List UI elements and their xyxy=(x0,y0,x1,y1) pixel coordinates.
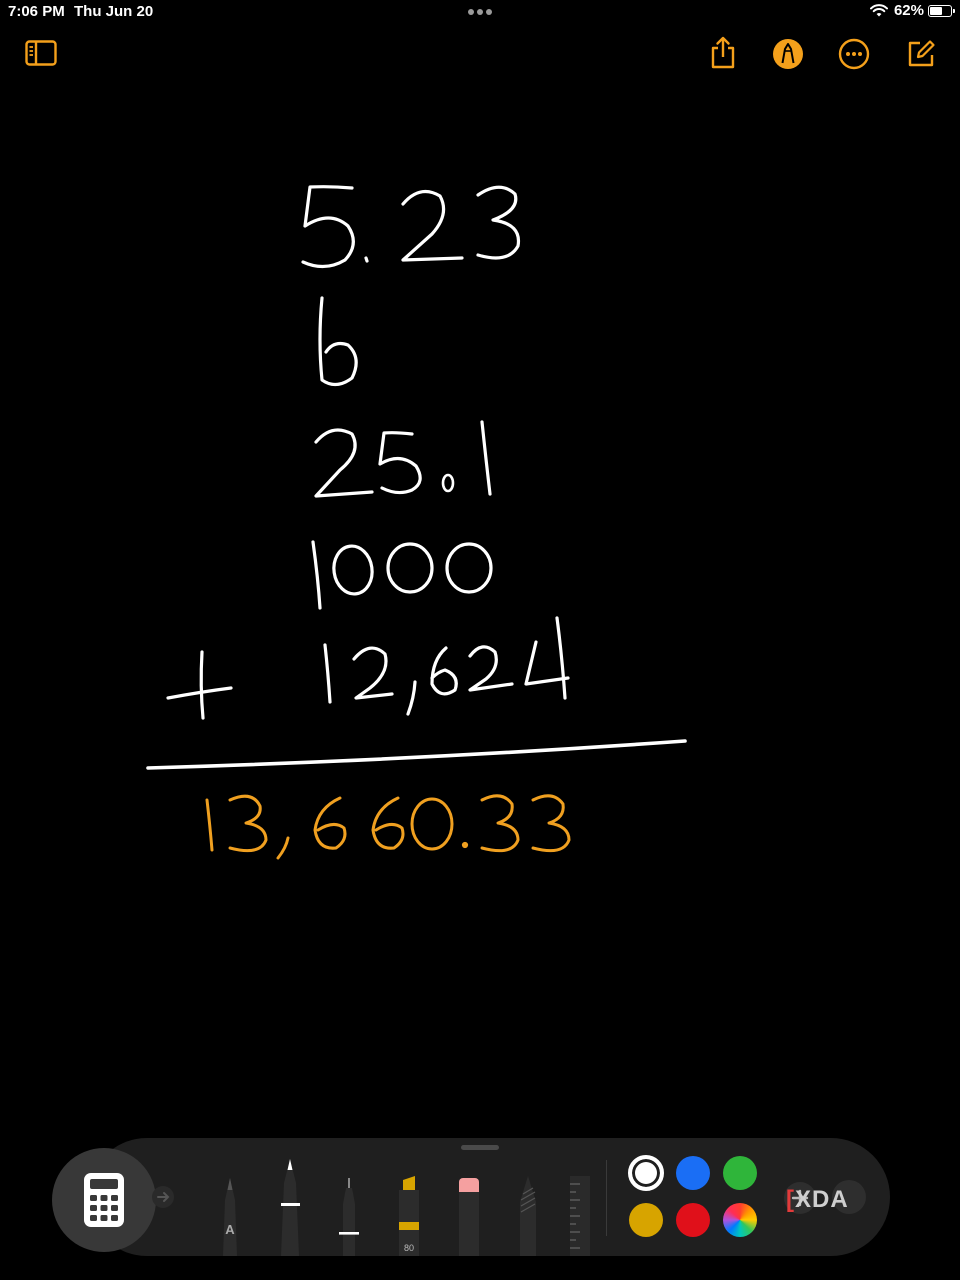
color-blue[interactable] xyxy=(676,1156,710,1190)
tool-palette xyxy=(88,1138,890,1256)
color-green[interactable] xyxy=(723,1156,757,1190)
drawing-canvas[interactable] xyxy=(0,0,960,1120)
color-red[interactable] xyxy=(676,1203,710,1237)
color-wheel-picker[interactable] xyxy=(723,1203,757,1237)
palette-grabber[interactable] xyxy=(461,1145,499,1150)
color-yellow[interactable] xyxy=(629,1203,663,1237)
handwritten-plus-12624 xyxy=(166,616,570,720)
pen-tool-selected[interactable] xyxy=(276,1157,304,1256)
handwritten-number-1000 xyxy=(311,540,493,610)
handwritten-number-25-1 xyxy=(314,420,492,498)
ruler-tool[interactable] xyxy=(566,1176,592,1256)
marker-tool[interactable]: 80 xyxy=(395,1176,423,1256)
fineliner-tool[interactable] xyxy=(336,1176,362,1256)
monoline-pen-tool[interactable]: A xyxy=(217,1176,243,1256)
xda-watermark: [XDA xyxy=(786,1186,849,1213)
calculated-result xyxy=(205,794,571,860)
handwritten-number-6 xyxy=(318,296,358,387)
calculator-button[interactable] xyxy=(52,1148,156,1252)
notes-app-screen: 7:06 PM Thu Jun 20 62% A 80 [XDA xyxy=(0,0,960,1280)
pencil-tool[interactable] xyxy=(514,1174,542,1256)
color-white-selected[interactable] xyxy=(628,1155,664,1191)
arrow-right-icon xyxy=(152,1186,174,1208)
palette-forward-button[interactable] xyxy=(150,1184,176,1210)
eraser-tool[interactable] xyxy=(455,1176,483,1256)
marker-width-label: 80 xyxy=(404,1243,414,1253)
handwritten-number-5-23 xyxy=(301,185,521,269)
palette-divider xyxy=(606,1160,607,1236)
calculator-icon xyxy=(84,1173,124,1227)
sum-underline xyxy=(146,739,687,770)
watermark-text: XDA xyxy=(795,1186,849,1213)
pen-label: A xyxy=(225,1222,235,1237)
